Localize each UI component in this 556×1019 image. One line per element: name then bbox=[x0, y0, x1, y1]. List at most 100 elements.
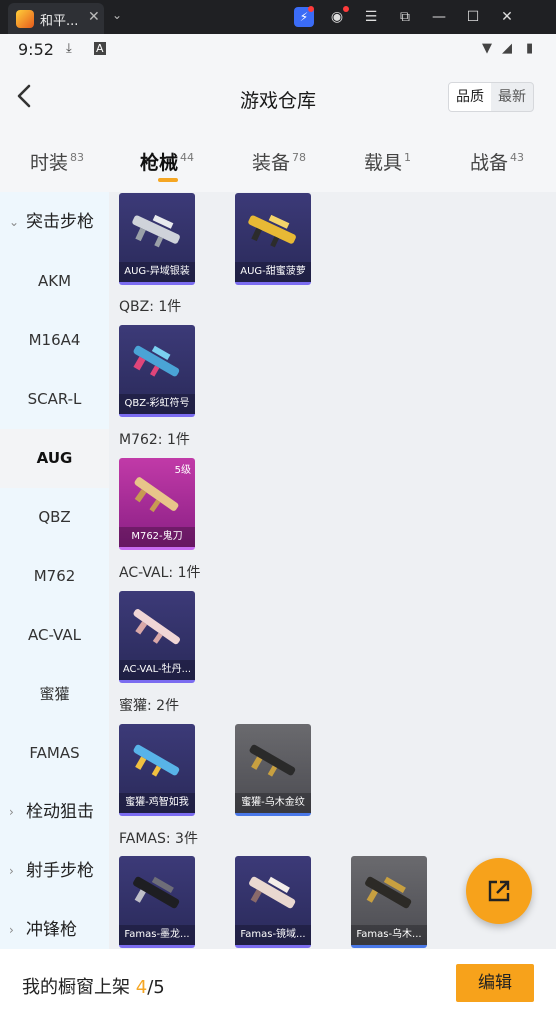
shelf-status: 我的橱窗上架 4/5 bbox=[22, 973, 165, 999]
weapon-type-sidebar: ⌄ 突击步枪 AKM M16A4 SCAR-L AUG QBZ M762 AC-V… bbox=[0, 192, 109, 949]
skin-card[interactable]: Famas-乌木... bbox=[351, 856, 427, 948]
tab-supplies[interactable]: 战备 43 bbox=[470, 148, 524, 175]
skin-card[interactable]: Famas-镜域... bbox=[235, 856, 311, 948]
sort-latest-button[interactable]: 最新 bbox=[491, 83, 533, 111]
sidebar-item-famas[interactable]: FAMAS bbox=[0, 724, 109, 783]
share-button[interactable] bbox=[466, 858, 532, 924]
battery-icon: ▮ bbox=[526, 41, 534, 56]
tab-count: 1 bbox=[404, 151, 412, 164]
tab-fashion[interactable]: 时装 83 bbox=[30, 148, 84, 175]
rifle-icon bbox=[133, 609, 180, 645]
sidebar-item-ac-val[interactable]: AC-VAL bbox=[0, 606, 109, 665]
skin-card[interactable]: Famas-墨龙... bbox=[119, 856, 195, 948]
tab-title: 和平... bbox=[40, 14, 79, 29]
rifle-icon bbox=[248, 214, 296, 248]
skin-card[interactable]: 5级 M762-鬼刀 bbox=[119, 458, 195, 550]
screenshot-icon[interactable]: ⧉ bbox=[395, 7, 415, 27]
sort-quality-button[interactable]: 品质 bbox=[449, 83, 491, 111]
sidebar-group-bolt-sniper[interactable]: › 栓动狙击 bbox=[0, 783, 109, 842]
rifle-icon bbox=[249, 876, 296, 909]
shelf-count: 4 bbox=[135, 977, 148, 998]
active-tab-indicator bbox=[158, 178, 178, 182]
skin-card[interactable]: 蜜獾-鸡智如我 bbox=[119, 724, 195, 816]
skin-name: AUG-甜蜜菠萝 bbox=[235, 262, 311, 282]
chevron-right-icon: › bbox=[9, 864, 14, 878]
rifle-icon bbox=[133, 744, 180, 777]
minimize-icon[interactable]: — bbox=[429, 7, 449, 27]
tab-count: 83 bbox=[70, 151, 85, 164]
shelf-label: 我的橱窗上架 bbox=[22, 977, 130, 998]
skin-card[interactable]: AC-VAL-牡丹... bbox=[119, 591, 195, 683]
tab-count: 78 bbox=[292, 151, 307, 164]
rifle-icon bbox=[133, 345, 180, 377]
chevron-right-icon: › bbox=[9, 805, 14, 819]
chevron-down-icon[interactable]: ⌄ bbox=[112, 8, 122, 22]
sidebar-item-qbz[interactable]: QBZ bbox=[0, 488, 109, 547]
skin-name: QBZ-彩虹符号 bbox=[119, 394, 195, 414]
tab-label: 装备 bbox=[252, 152, 291, 174]
shelf-total: /5 bbox=[147, 977, 165, 998]
rifle-icon bbox=[249, 744, 296, 777]
sidebar-item-akm[interactable]: AKM bbox=[0, 252, 109, 311]
tab-vehicles[interactable]: 载具 1 bbox=[364, 148, 411, 175]
sidebar-item-label: 突击步枪 bbox=[26, 212, 94, 232]
skin-name: Famas-乌木... bbox=[351, 925, 427, 945]
status-bar: 9:52 ⤓ A ▼ ◢ ▮ bbox=[0, 34, 556, 66]
skin-name: AC-VAL-牡丹... bbox=[119, 660, 195, 680]
rifle-icon bbox=[132, 214, 180, 248]
tab-label: 载具 bbox=[364, 152, 403, 174]
sidebar-item-m16a4[interactable]: M16A4 bbox=[0, 311, 109, 370]
app-icon bbox=[16, 10, 34, 28]
sidebar-group-assault-rifle[interactable]: ⌄ 突击步枪 bbox=[0, 193, 109, 252]
skin-name: Famas-墨龙... bbox=[119, 925, 195, 945]
close-tab-icon[interactable]: ✕ bbox=[88, 9, 100, 25]
notification-dot bbox=[343, 6, 349, 12]
sidebar-item-m762[interactable]: M762 bbox=[0, 547, 109, 606]
status-time: 9:52 bbox=[18, 40, 54, 59]
title-bar: 和平... ✕ ⌄ ⚡ ◉ ☰ ⧉ — ☐ ✕ bbox=[0, 0, 556, 34]
sidebar-group-marksman-rifle[interactable]: › 射手步枪 bbox=[0, 842, 109, 901]
share-icon bbox=[488, 880, 510, 902]
section-title: QBZ: 1件 bbox=[119, 299, 182, 315]
close-window-icon[interactable]: ✕ bbox=[497, 7, 517, 27]
tab-label: 时装 bbox=[30, 152, 69, 174]
tab-label: 枪械 bbox=[140, 152, 179, 174]
tab-equipment[interactable]: 装备 78 bbox=[252, 148, 306, 175]
rifle-icon bbox=[365, 876, 412, 909]
sidebar-item-label: 冲锋枪 bbox=[26, 920, 77, 940]
section-title: FAMAS: 3件 bbox=[119, 831, 198, 847]
sidebar-item-label: 射手步枪 bbox=[26, 861, 94, 881]
sidebar-item-aug[interactable]: AUG bbox=[0, 429, 109, 488]
section-title: M762: 1件 bbox=[119, 432, 190, 448]
skin-name: M762-鬼刀 bbox=[119, 527, 195, 547]
keyboard-icon: A bbox=[94, 42, 106, 55]
notification-dot bbox=[308, 6, 314, 12]
skin-card[interactable]: AUG-甜蜜菠萝 bbox=[235, 193, 311, 285]
tab-count: 43 bbox=[510, 151, 525, 164]
skin-name: 蜜獾-乌木金纹 bbox=[235, 793, 311, 813]
app-window: 和平... ✕ ⌄ ⚡ ◉ ☰ ⧉ — ☐ ✕ 9:52 ⤓ A ▼ ◢ ▮ 游… bbox=[0, 0, 556, 1019]
tab-weapons[interactable]: 枪械 44 bbox=[140, 148, 194, 175]
skin-card[interactable]: QBZ-彩虹符号 bbox=[119, 325, 195, 417]
app-header: 游戏仓库 品质 最新 bbox=[0, 66, 556, 130]
sidebar-item-scar-l[interactable]: SCAR-L bbox=[0, 370, 109, 429]
sidebar-item-honey-badger[interactable]: 蜜獾 bbox=[0, 665, 109, 724]
download-icon: ⤓ bbox=[66, 41, 72, 56]
sidebar-group-smg[interactable]: › 冲锋枪 bbox=[0, 901, 109, 949]
menu-icon[interactable]: ☰ bbox=[361, 7, 381, 27]
skin-name: Famas-镜域... bbox=[235, 925, 311, 945]
skin-card[interactable]: AUG-异域银装 bbox=[119, 193, 195, 285]
sort-toggle: 品质 最新 bbox=[448, 82, 534, 112]
edit-button[interactable]: 编辑 bbox=[456, 964, 534, 1002]
tab-count: 44 bbox=[180, 151, 195, 164]
maximize-icon[interactable]: ☐ bbox=[463, 7, 483, 27]
skin-name: 蜜獾-鸡智如我 bbox=[119, 793, 195, 813]
chevron-down-icon: ⌄ bbox=[9, 215, 20, 229]
skin-name: AUG-异域银装 bbox=[119, 262, 195, 282]
browser-tab[interactable]: 和平... ✕ bbox=[8, 3, 104, 34]
section-title: 蜜獾: 2件 bbox=[119, 698, 180, 714]
skin-card[interactable]: 蜜獾-乌木金纹 bbox=[235, 724, 311, 816]
weapon-skin-list: AUG-异域银装 AUG-甜蜜菠萝 QBZ: 1件 QBZ-彩虹符号 M762:… bbox=[109, 192, 556, 949]
rifle-icon bbox=[134, 477, 179, 513]
sidebar-item-label: 栓动狙击 bbox=[26, 802, 94, 822]
